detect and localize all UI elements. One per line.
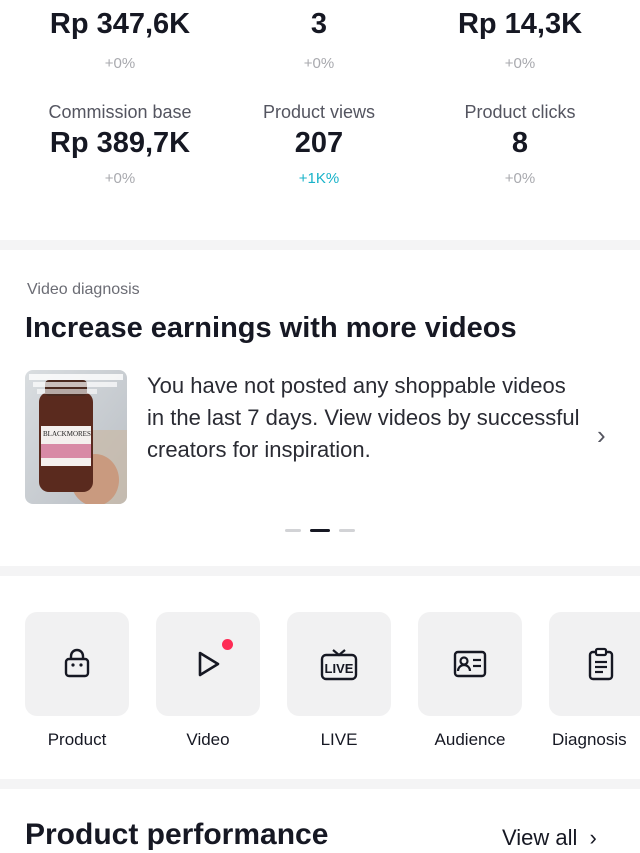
pager-dot[interactable] [285, 529, 301, 532]
stat-gmv: Rp 347,6K +0% [15, 8, 225, 72]
stat-label: Commission base [48, 102, 192, 122]
product-performance-title: Product performance [25, 818, 329, 851]
section-divider [0, 240, 640, 250]
chevron-right-icon: › [589, 825, 597, 850]
notification-dot [222, 639, 233, 650]
shopping-bag-icon [64, 648, 90, 678]
play-icon [198, 651, 220, 677]
product-bottle-image: BLACKMORES [25, 370, 127, 504]
view-all-link[interactable]: View all › [502, 825, 597, 851]
live-icon-text: LIVE [325, 661, 354, 676]
tool-label: Product [47, 730, 107, 749]
stat-change: +0% [504, 170, 536, 187]
stat-orders: 3 +0% [214, 8, 424, 72]
tool-label: Video [186, 730, 230, 749]
view-all-label: View all [502, 825, 578, 850]
stat-change: +0% [303, 55, 335, 72]
tool-label: LIVE [320, 730, 358, 749]
stat-label: Product clicks [464, 102, 576, 122]
pager-dot[interactable] [339, 529, 355, 532]
stat-value: Rp 389,7K [49, 127, 191, 159]
stat-change: +0% [504, 55, 536, 72]
stat-change: +0% [104, 55, 136, 72]
stat-value: 8 [511, 127, 529, 159]
stat-value: Rp 14,3K [457, 8, 583, 40]
section-divider [0, 566, 640, 576]
stat-value: Rp 347,6K [49, 8, 191, 40]
clipboard-icon [588, 647, 614, 681]
stat-product-clicks: Product clicks 8 +0% [415, 102, 625, 187]
chevron-right-icon[interactable]: › [597, 420, 606, 451]
thumbnail-brand-text: BLACKMORES [43, 430, 91, 438]
id-card-icon [453, 650, 487, 678]
tool-tile[interactable] [25, 612, 129, 716]
tool-label: Diagnosis [552, 730, 627, 749]
pager-dot-active[interactable] [310, 529, 330, 532]
live-tv-icon: LIVE [320, 649, 358, 681]
stat-value: 3 [310, 8, 328, 40]
section-divider [0, 779, 640, 789]
tool-tile[interactable] [549, 612, 640, 716]
stat-commission: Rp 14,3K +0% [415, 8, 625, 72]
diagnosis-title: Increase earnings with more videos [25, 312, 517, 344]
stat-label: Product views [262, 102, 376, 122]
diagnosis-body: You have not posted any shoppable videos… [147, 373, 580, 462]
stat-commission-base: Commission base Rp 389,7K +0% [15, 102, 225, 187]
stat-value: 207 [294, 127, 344, 159]
tool-tile[interactable]: LIVE [287, 612, 391, 716]
stat-change: +1K% [298, 170, 340, 187]
tool-label: Audience [434, 730, 506, 749]
diagnosis-tag: Video diagnosis [27, 281, 140, 298]
stat-product-views: Product views 207 +1K% [214, 102, 424, 187]
stat-change: +0% [104, 170, 136, 187]
tool-tile[interactable] [156, 612, 260, 716]
diagnosis-thumbnail[interactable]: BLACKMORES [25, 370, 127, 504]
tool-tile[interactable] [418, 612, 522, 716]
